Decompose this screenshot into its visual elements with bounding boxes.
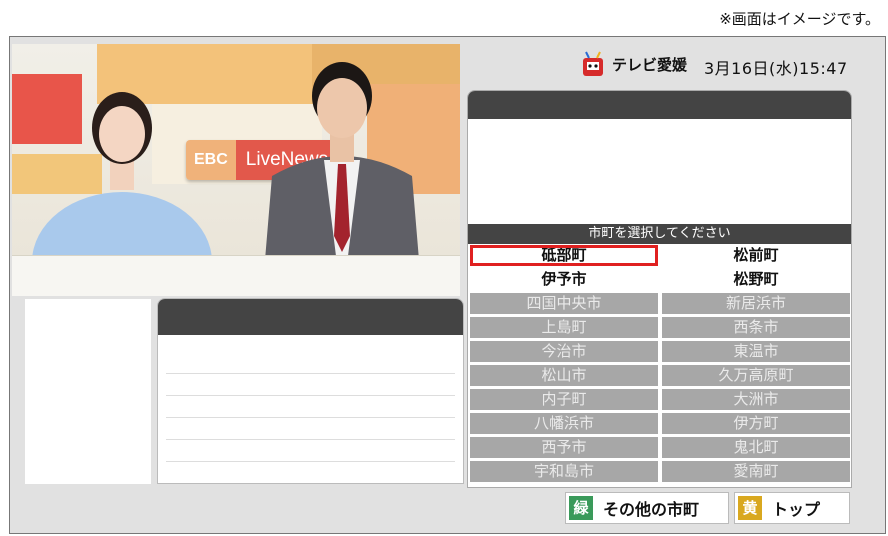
municipality-option: 愛南町 <box>662 461 850 482</box>
municipality-option: 西条市 <box>662 317 850 338</box>
municipality-option: 今治市 <box>470 341 658 362</box>
green-key-label: その他の市町 <box>603 500 700 519</box>
mascot-logo-icon <box>583 51 603 76</box>
municipality-option: 松山市 <box>470 365 658 386</box>
date-time: 3月16日(水)15:47 <box>704 59 848 78</box>
news-divider <box>166 461 455 462</box>
news-divider <box>166 439 455 440</box>
municipality-option: 西予市 <box>470 437 658 458</box>
municipality-option: 八幡浜市 <box>470 413 658 434</box>
municipality-option: 大洲市 <box>662 389 850 410</box>
brand-name: テレビ愛媛 <box>612 55 688 74</box>
municipality-option[interactable]: 松野町 <box>662 269 850 290</box>
municipality-option: 久万高原町 <box>662 365 850 386</box>
news-panel-header <box>158 299 463 335</box>
municipality-option[interactable]: 砥部町 <box>470 245 658 266</box>
yellow-key-label: トップ <box>772 500 821 519</box>
green-key-badge: 緑 <box>569 496 593 520</box>
news-divider <box>166 395 455 396</box>
municipality-option: 伊方町 <box>662 413 850 434</box>
info-box <box>25 299 151 484</box>
municipality-option[interactable]: 伊予市 <box>470 269 658 290</box>
municipality-option: 鬼北町 <box>662 437 850 458</box>
channel-brand: テレビ愛媛 <box>580 50 687 78</box>
select-prompt: 市町を選択してください <box>468 224 851 244</box>
live-video: EBC LiveNews <box>12 44 460 296</box>
disclaimer-note: ※画面はイメージです。 <box>719 10 880 28</box>
municipality-option: 新居浜市 <box>662 293 850 314</box>
green-key-button[interactable]: 緑 その他の市町 <box>565 492 729 524</box>
news-divider <box>166 373 455 374</box>
municipality-option[interactable]: 松前町 <box>662 245 850 266</box>
yellow-key-badge: 黄 <box>738 496 762 520</box>
news-divider <box>166 417 455 418</box>
municipality-option: 内子町 <box>470 389 658 410</box>
select-panel-header <box>468 91 851 119</box>
news-panel <box>157 298 464 484</box>
municipality-option: 宇和島市 <box>470 461 658 482</box>
municipality-option: 東温市 <box>662 341 850 362</box>
yellow-key-button[interactable]: 黄 トップ <box>734 492 850 524</box>
municipality-option: 四国中央市 <box>470 293 658 314</box>
municipality-option: 上島町 <box>470 317 658 338</box>
studio-desk <box>12 255 460 296</box>
municipality-select-panel: 市町を選択してください 砥部町 松前町 伊予市 松野町 四国中央市 新居浜市 上島町 西条市今… <box>467 90 852 488</box>
